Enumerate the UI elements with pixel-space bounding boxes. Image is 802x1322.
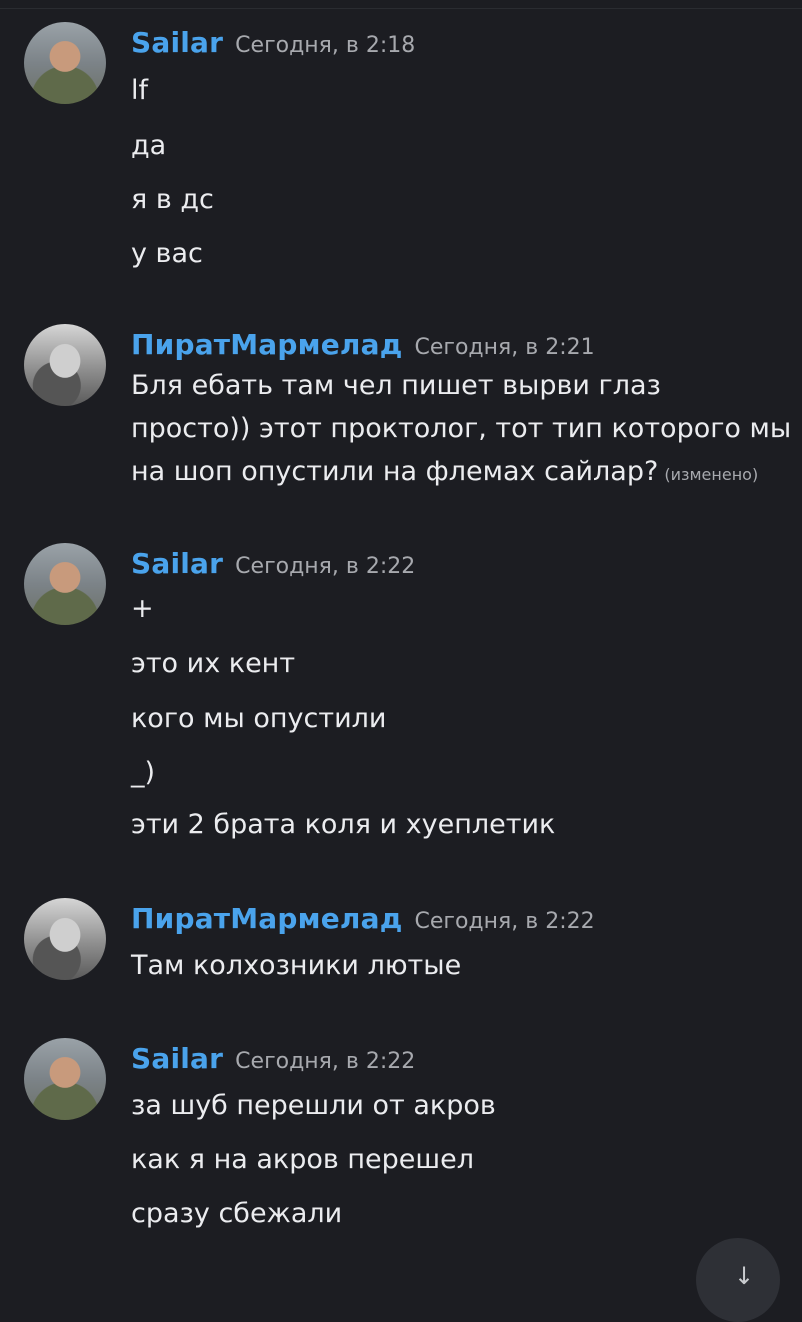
author-name[interactable]: Sailar (131, 26, 223, 59)
author-name[interactable]: Sailar (131, 547, 223, 580)
author-name[interactable]: ПиратМармелад (131, 328, 403, 361)
avatar[interactable] (24, 1038, 106, 1120)
avatar[interactable] (24, 543, 106, 625)
message-text[interactable]: на шоп опустили на флемах сайлар? (измене… (131, 456, 758, 487)
author-name[interactable]: Sailar (131, 1042, 223, 1075)
message-text[interactable]: это их кент (131, 648, 295, 679)
message-text[interactable]: кого мы опустили (131, 703, 386, 734)
edited-label: (изменено) (664, 465, 759, 484)
timestamp: Сегодня, в 2:18 (235, 33, 416, 58)
avatar[interactable] (24, 324, 106, 406)
scroll-to-bottom-button[interactable]: ↓ (696, 1238, 780, 1322)
message-text[interactable]: да (131, 130, 166, 161)
message-header: ПиратМармелад Сегодня, в 2:22 (131, 902, 595, 935)
timestamp: Сегодня, в 2:21 (414, 335, 595, 360)
message-text[interactable]: _) (131, 757, 155, 788)
message-text[interactable]: сразу сбежали (131, 1198, 342, 1229)
message-text[interactable]: + (131, 593, 154, 624)
author-name[interactable]: ПиратМармелад (131, 902, 403, 935)
timestamp: Сегодня, в 2:22 (414, 909, 595, 934)
message-text[interactable]: lf (131, 75, 148, 106)
avatar[interactable] (24, 898, 106, 980)
message-header: Sailar Сегодня, в 2:18 (131, 26, 415, 59)
message-header: Sailar Сегодня, в 2:22 (131, 547, 415, 580)
message-text[interactable]: у вас (131, 238, 203, 269)
timestamp: Сегодня, в 2:22 (235, 1049, 416, 1074)
message-text-content: на шоп опустили на флемах сайлар? (131, 456, 659, 487)
avatar[interactable] (24, 22, 106, 104)
message-header: ПиратМармелад Сегодня, в 2:21 (131, 328, 595, 361)
message-text[interactable]: за шуб перешли от акров (131, 1090, 496, 1121)
message-header: Sailar Сегодня, в 2:22 (131, 1042, 415, 1075)
top-divider (0, 0, 802, 9)
message-text[interactable]: эти 2 брата коля и хуеплетик (131, 809, 555, 840)
message-text[interactable]: Там колхозники лютые (131, 950, 461, 981)
arrow-down-icon: ↓ (734, 1262, 755, 1290)
message-text[interactable]: Бля ебать там чел пишет вырви глаз (131, 370, 661, 401)
message-text[interactable]: я в дс (131, 184, 214, 215)
timestamp: Сегодня, в 2:22 (235, 554, 416, 579)
message-text[interactable]: просто)) этот проктолог, тот тип которог… (131, 413, 791, 444)
message-text[interactable]: как я на акров перешел (131, 1144, 474, 1175)
